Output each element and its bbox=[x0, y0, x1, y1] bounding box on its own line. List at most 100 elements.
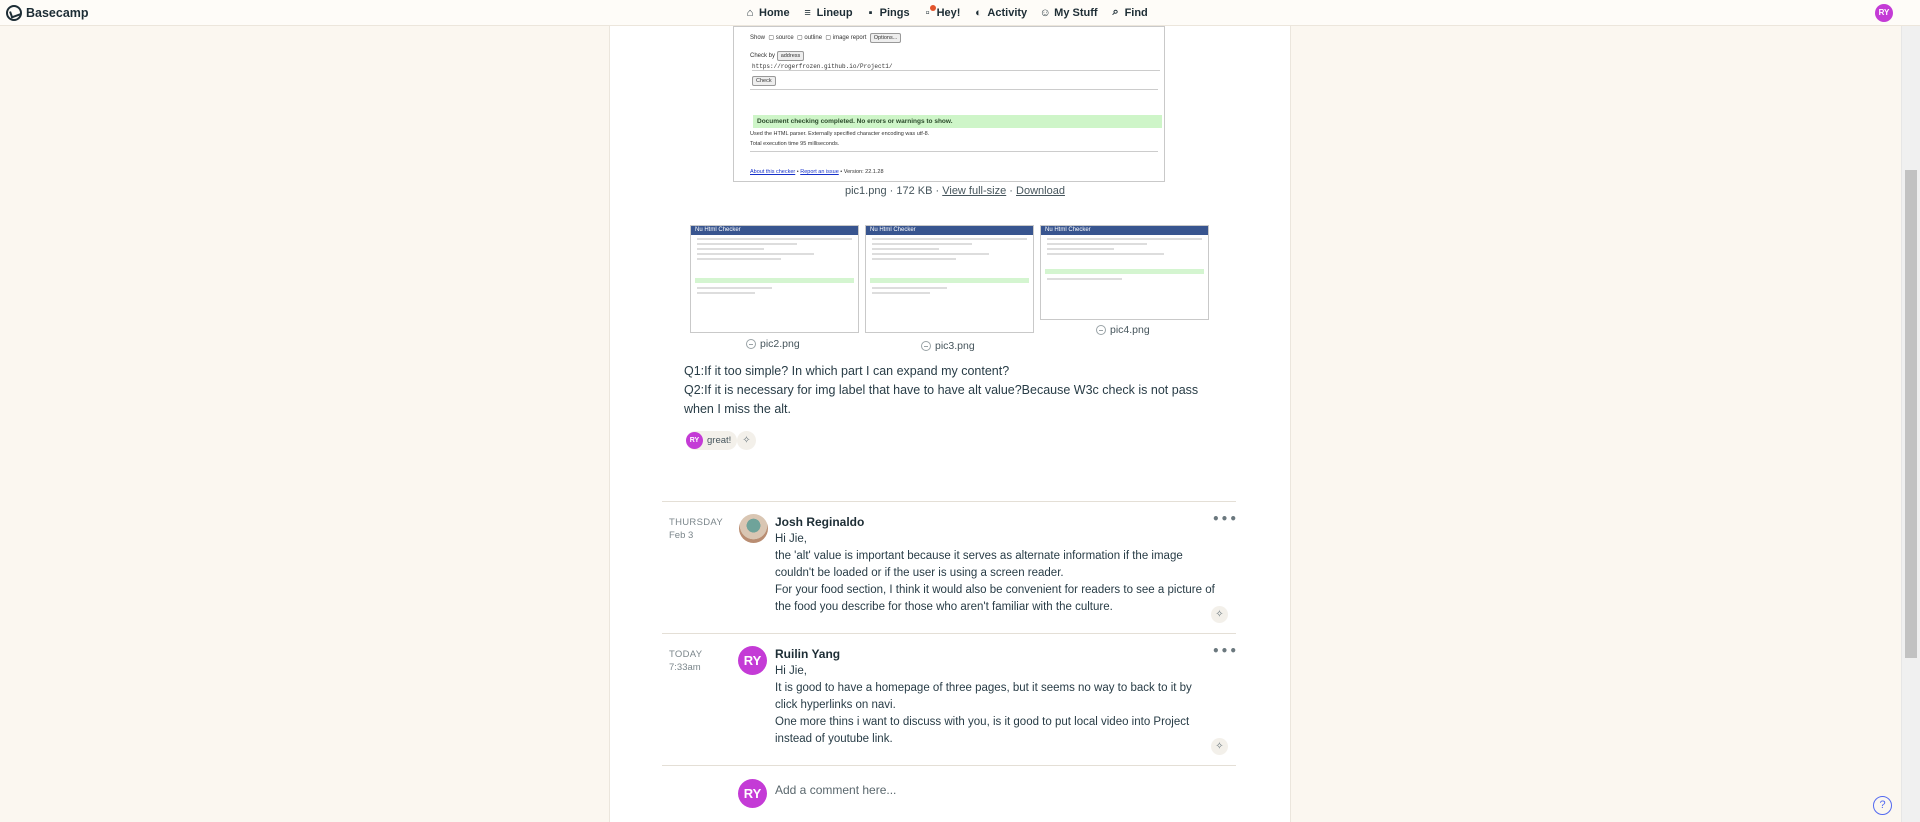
thumb-line bbox=[697, 287, 773, 289]
comment-day: TODAY bbox=[669, 649, 703, 660]
thumb-line bbox=[1047, 253, 1164, 255]
comment-author[interactable]: Josh Reginaldo bbox=[775, 515, 864, 529]
boost-icon: ✧ bbox=[1215, 741, 1224, 752]
caption-separator: · bbox=[1009, 185, 1013, 197]
comment-author[interactable]: Ruilin Yang bbox=[775, 647, 840, 661]
thumb-line bbox=[872, 238, 1027, 240]
comment-date: TODAY 7:33am bbox=[669, 648, 702, 674]
attachment-thumb-pic4[interactable]: Nu Html Checker bbox=[1040, 225, 1209, 320]
avatar[interactable] bbox=[739, 514, 768, 543]
comment-line: One more thins i want to discuss with yo… bbox=[775, 716, 1190, 745]
mock-row-checkby: Check by address bbox=[750, 51, 805, 61]
thumb-line bbox=[697, 258, 781, 260]
mock-version: Version: 22.1.28 bbox=[843, 169, 884, 175]
comment-divider bbox=[662, 633, 1236, 634]
scrollbar-thumb[interactable] bbox=[1905, 170, 1917, 658]
boost-text: great! bbox=[707, 435, 732, 446]
minus-circle-icon[interactable] bbox=[746, 339, 756, 349]
minus-circle-icon[interactable] bbox=[1096, 325, 1106, 335]
comment-line: For your food section, I think it would … bbox=[775, 584, 1215, 613]
add-boost-button[interactable]: ✧ bbox=[737, 431, 756, 450]
user-avatar[interactable]: RY bbox=[1875, 4, 1893, 22]
comment-day: THURSDAY bbox=[669, 517, 723, 528]
thumb-line bbox=[1047, 243, 1148, 245]
thumb-line bbox=[872, 248, 939, 250]
thumb-line bbox=[697, 248, 764, 250]
mock-result-banner: Document checking completed. No errors o… bbox=[753, 115, 1162, 128]
comment-line: Hi Jie, bbox=[775, 533, 807, 545]
post-question-2: Q2:If it is necessary for img label that… bbox=[684, 383, 1199, 416]
nav-home-label: Home bbox=[759, 6, 790, 19]
thumb-line bbox=[872, 243, 973, 245]
mock-report-link: Report an issue bbox=[800, 169, 839, 175]
avatar: RY bbox=[738, 779, 767, 808]
thumb-line bbox=[697, 253, 814, 255]
basecamp-logo[interactable]: Basecamp bbox=[6, 5, 89, 21]
main-nav: ⌂ Home ≡ Lineup ▪ Pings ▫ Hey! ◐ Activity ☺ My… bbox=[740, 4, 1152, 19]
mock-rule bbox=[750, 89, 1158, 90]
minus-circle-icon[interactable] bbox=[921, 341, 931, 351]
mock-row-show: Show ▢ source ▢ outline ▢ image report O… bbox=[750, 33, 902, 43]
thumb-line bbox=[1047, 238, 1202, 240]
mock-rule-2 bbox=[750, 151, 1158, 152]
thumb-header: Nu Html Checker bbox=[1041, 226, 1208, 235]
comment-date-value: Feb 3 bbox=[669, 530, 694, 541]
nav-hey[interactable]: ▫ Hey! bbox=[918, 4, 965, 19]
boost-button[interactable]: ✧ bbox=[1211, 738, 1228, 755]
post-question-1: Q1:If it too simple? In which part I can… bbox=[684, 364, 1010, 378]
pic1-caption: pic1.png · 172 KB · View full-size · Dow… bbox=[845, 185, 1065, 197]
mock-time-note: Total execution time 95 milliseconds. bbox=[750, 141, 840, 147]
mock-show-label: Show bbox=[750, 35, 766, 41]
nav-activity[interactable]: ◐ Activity bbox=[968, 6, 1031, 19]
mock-checkby-label: Check by bbox=[750, 53, 776, 59]
comment-date-value: 7:33am bbox=[669, 662, 701, 673]
nav-home[interactable]: ⌂ Home bbox=[740, 6, 794, 19]
pic1-file-info: pic1.png · 172 KB · bbox=[845, 185, 940, 197]
mock-options-button: Options... bbox=[869, 33, 902, 43]
nav-pings[interactable]: ▪ Pings bbox=[861, 6, 914, 19]
mock-row-check: Check bbox=[752, 76, 776, 86]
pic3-caption: pic3.png bbox=[921, 340, 975, 352]
pic4-caption: pic4.png bbox=[1096, 324, 1150, 336]
thumb-line bbox=[872, 258, 956, 260]
mock-opt-image: image report bbox=[832, 35, 867, 41]
attachment-thumb-pic3[interactable]: Nu Html Checker bbox=[865, 225, 1034, 333]
thumb-line bbox=[872, 292, 931, 294]
download-link[interactable]: Download bbox=[1016, 185, 1065, 197]
comment-menu-button[interactable]: ••• bbox=[1212, 512, 1238, 526]
page-scrollbar[interactable] bbox=[1901, 26, 1920, 822]
thumb-line bbox=[1047, 278, 1123, 280]
thumb-line bbox=[697, 292, 756, 294]
nav-find[interactable]: ⌕ Find bbox=[1106, 6, 1152, 19]
mock-check-button: Check bbox=[752, 76, 776, 86]
boost-button[interactable]: ✧ bbox=[1211, 606, 1228, 623]
mock-opt-source: source bbox=[775, 35, 794, 41]
comment-body: Hi Jie, It is good to have a homepage of… bbox=[775, 663, 1215, 748]
thumb-header: Nu Html Checker bbox=[866, 226, 1033, 235]
thumb-success-bar bbox=[695, 278, 854, 283]
nav-lineup[interactable]: ≡ Lineup bbox=[798, 6, 857, 19]
basecamp-logo-icon bbox=[6, 5, 22, 21]
add-comment-input[interactable]: Add a comment here... bbox=[775, 783, 896, 797]
nav-mystuff[interactable]: ☺ My Stuff bbox=[1035, 6, 1101, 19]
mock-about-link: About this checker bbox=[750, 169, 796, 175]
comment-line: the 'alt' value is important because it … bbox=[775, 550, 1183, 579]
comment-date: THURSDAY Feb 3 bbox=[669, 516, 723, 542]
mock-url: https://rogerfrozen.github.io/Project1/ bbox=[752, 63, 1160, 71]
pic2-caption: pic2.png bbox=[746, 338, 800, 350]
comment-divider bbox=[662, 765, 1236, 766]
comment-menu-button[interactable]: ••• bbox=[1212, 644, 1238, 658]
home-icon: ⌂ bbox=[746, 6, 754, 19]
boost-pill[interactable]: RY great! bbox=[686, 431, 738, 450]
help-button[interactable]: ? bbox=[1873, 796, 1892, 815]
comment-line: Hi Jie, bbox=[775, 665, 807, 677]
thumb-line bbox=[872, 253, 989, 255]
view-full-size-link[interactable]: View full-size bbox=[942, 185, 1006, 197]
comment-line: It is good to have a homepage of three p… bbox=[775, 682, 1192, 711]
top-nav-bar: Basecamp ⌂ Home ≡ Lineup ▪ Pings ▫ Hey! ◐ Act… bbox=[0, 0, 1920, 26]
attachment-thumb-pic2[interactable]: Nu Html Checker bbox=[690, 225, 859, 333]
avatar[interactable]: RY bbox=[738, 646, 767, 675]
attachment-image-pic1[interactable]: Show ▢ source ▢ outline ▢ image report O… bbox=[733, 26, 1165, 182]
thumb-line bbox=[697, 243, 798, 245]
mock-footer: About this checker • Report an issue • V… bbox=[750, 169, 884, 175]
